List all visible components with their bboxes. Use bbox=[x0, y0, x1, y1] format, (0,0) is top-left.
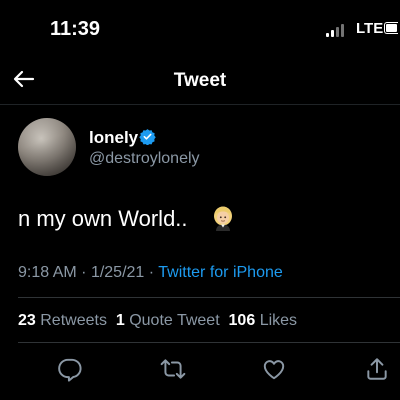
tweet-meta: 9:18 AM · 1/25/21 · Twitter for iPhone bbox=[18, 264, 283, 282]
blond-person-emoji-icon bbox=[214, 206, 232, 231]
tweet-date: 1/25/21 bbox=[90, 264, 145, 281]
tweet-time: 9:18 AM bbox=[18, 264, 77, 281]
like-icon[interactable] bbox=[261, 356, 287, 382]
nav-bar: Tweet bbox=[0, 58, 400, 105]
retweet-icon[interactable] bbox=[160, 356, 186, 382]
divider bbox=[18, 297, 400, 298]
tweet-source-link[interactable]: Twitter for iPhone bbox=[158, 264, 283, 281]
reply-icon[interactable] bbox=[57, 356, 83, 382]
battery-icon bbox=[384, 22, 398, 34]
quote-tweets-stat[interactable]: 1 Quote Tweet bbox=[116, 312, 220, 329]
meta-separator: · bbox=[81, 264, 87, 281]
author-handle[interactable]: @destroylonely bbox=[89, 150, 200, 168]
tweet-text: n my own World.. bbox=[18, 206, 188, 231]
status-bar: 11:39 LTE bbox=[0, 0, 400, 58]
status-time: 11:39 bbox=[50, 18, 101, 40]
signal-icon bbox=[326, 23, 350, 37]
page-title: Tweet bbox=[173, 70, 227, 91]
author-name[interactable]: lonely bbox=[89, 128, 138, 148]
likes-stat[interactable]: 106 Likes bbox=[229, 312, 298, 329]
meta-separator: · bbox=[148, 264, 155, 281]
avatar[interactable] bbox=[18, 118, 76, 176]
verified-badge-icon bbox=[139, 129, 156, 145]
tweet-stats: 23 Retweets 1 Quote Tweet 106 Likes bbox=[18, 312, 297, 330]
network-label: LTE bbox=[356, 20, 384, 37]
share-icon[interactable] bbox=[364, 356, 390, 382]
action-bar bbox=[0, 356, 400, 386]
retweets-stat[interactable]: 23 Retweets bbox=[18, 312, 107, 329]
divider bbox=[18, 342, 400, 343]
